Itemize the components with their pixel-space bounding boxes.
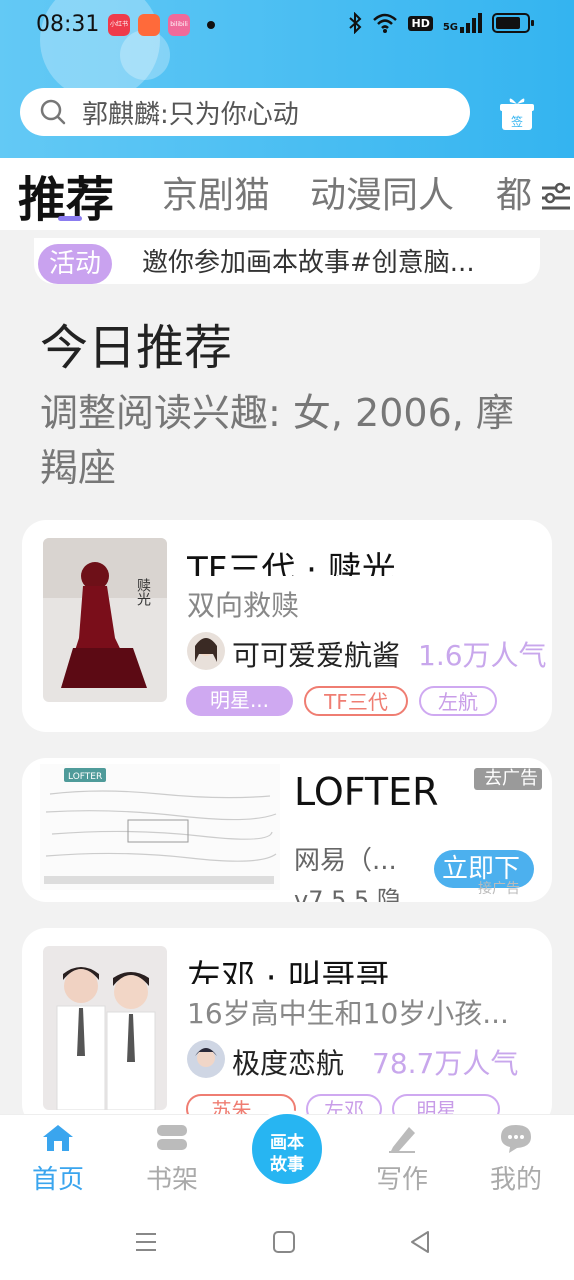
story-desc: 16岁高中生和10岁小孩... [187, 997, 509, 1030]
ad-card[interactable]: LOFTER LOFTER 去广告 网易（... v7.5.5 隐 立即下 接广… [22, 758, 552, 902]
network-label: 5G [442, 22, 458, 33]
search-input[interactable]: 郭麒麟:只为你心动 [20, 88, 470, 136]
app-badge-2 [138, 14, 160, 36]
nav-bookshelf-label: 书架 [145, 1165, 198, 1195]
avatar [187, 1040, 225, 1078]
tab-anime-fan[interactable]: 动漫同人 [310, 166, 454, 218]
story-tag[interactable]: 左航 [419, 686, 497, 716]
announcement-tag: 活动 [38, 244, 112, 284]
story-title: TF三代 · 赎光 [187, 550, 396, 576]
author-name: 可可爱爱航酱 [232, 639, 401, 672]
home-icon [43, 1125, 73, 1151]
signal-bars-icon [460, 13, 482, 33]
avatar [187, 632, 225, 670]
category-tabs: 推荐 京剧猫 动漫同人 都 [0, 158, 574, 230]
picture-story-button[interactable]: 画本 故事 [248, 1110, 326, 1188]
ad-image-logo: LOFTER [68, 772, 102, 782]
system-nav-bar [0, 1204, 574, 1280]
popularity-count: 78.7万人气 [372, 1047, 519, 1080]
center-line-1: 画本 [270, 1133, 304, 1153]
bookshelf-icon [157, 1125, 187, 1150]
status-bar: 08:31 小红书 bilibili HD 5G [0, 0, 574, 50]
hd-icon: HD [408, 15, 433, 31]
ad-small-label: 接广告 [478, 881, 520, 897]
bluetooth-icon [349, 12, 362, 34]
nav-home[interactable]: 首页 [18, 1123, 98, 1196]
announcement-banner[interactable]: 活动 邀你参加画本故事#创意脑... [34, 238, 540, 284]
story-tag[interactable]: 明星... [186, 686, 293, 716]
nav-home-label: 首页 [31, 1165, 84, 1195]
nav-write[interactable]: 写作 [362, 1123, 442, 1196]
tab-active-indicator [58, 216, 82, 221]
battery-icon [492, 13, 534, 33]
app-badge-1: 小红书 [108, 14, 130, 36]
ad-title: LOFTER [294, 770, 439, 814]
app-badge-3: bilibili [168, 14, 190, 36]
author-name: 极度恋航 [232, 1047, 345, 1080]
story-cover [43, 946, 167, 1110]
pencil-icon [389, 1127, 415, 1153]
announcement-text: 邀你参加画本故事#创意脑... [142, 248, 475, 278]
nav-mine[interactable]: 我的 [476, 1123, 556, 1196]
story-tag[interactable]: TF三代 [304, 686, 408, 716]
tab-more[interactable]: 都 [496, 166, 532, 218]
ad-version: v7.5.5 隐 [294, 886, 401, 902]
menu-icon[interactable] [134, 1230, 158, 1254]
story-cover: 赎光 [43, 538, 167, 702]
signal-icon: 5G [443, 13, 482, 33]
notification-dot [207, 21, 215, 29]
home-square-icon[interactable] [272, 1230, 296, 1254]
popularity-count: 1.6万人气 [418, 639, 547, 672]
center-line-2: 故事 [270, 1155, 304, 1175]
nav-mine-label: 我的 [489, 1165, 542, 1195]
remove-ad-badge[interactable]: 去广告 [474, 768, 542, 790]
wifi-icon [373, 13, 398, 33]
section-title: 今日推荐 [40, 320, 233, 376]
interest-setting-link[interactable]: 调整阅读兴趣: 女, 2006, 摩羯座 [40, 386, 550, 496]
header: 08:31 小红书 bilibili HD 5G 郭麒麟:只为你心动 签 [0, 0, 574, 158]
back-triangle-icon[interactable] [408, 1230, 432, 1254]
story-card[interactable]: 赎光 TF三代 · 赎光 双向救赎 可可爱爱航酱 1.6万人气 明星... TF… [22, 520, 552, 732]
tab-jingjumao[interactable]: 京剧猫 [162, 166, 270, 218]
chat-bubble-icon [501, 1125, 531, 1153]
story-title: 左邓 · 叫哥哥 [187, 958, 390, 984]
story-desc: 双向救赎 [187, 589, 300, 622]
status-time: 08:31 [36, 12, 100, 37]
ad-image: LOFTER [40, 764, 280, 890]
tab-filter-icon[interactable] [536, 176, 574, 216]
ad-publisher: 网易（... [294, 846, 397, 876]
search-icon [40, 99, 66, 125]
nav-bookshelf[interactable]: 书架 [132, 1123, 212, 1196]
cover-text: 赎光 [135, 577, 151, 607]
status-icons: HD 5G [348, 12, 534, 34]
story-card[interactable]: 左邓 · 叫哥哥 16岁高中生和10岁小孩... 极度恋航 78.7万人气 苏朱… [22, 928, 552, 1128]
checkin-gift-icon[interactable]: 签 [500, 96, 534, 132]
checkin-label: 签 [511, 114, 523, 129]
nav-write-label: 写作 [375, 1165, 428, 1195]
search-placeholder: 郭麒麟:只为你心动 [82, 99, 299, 130]
